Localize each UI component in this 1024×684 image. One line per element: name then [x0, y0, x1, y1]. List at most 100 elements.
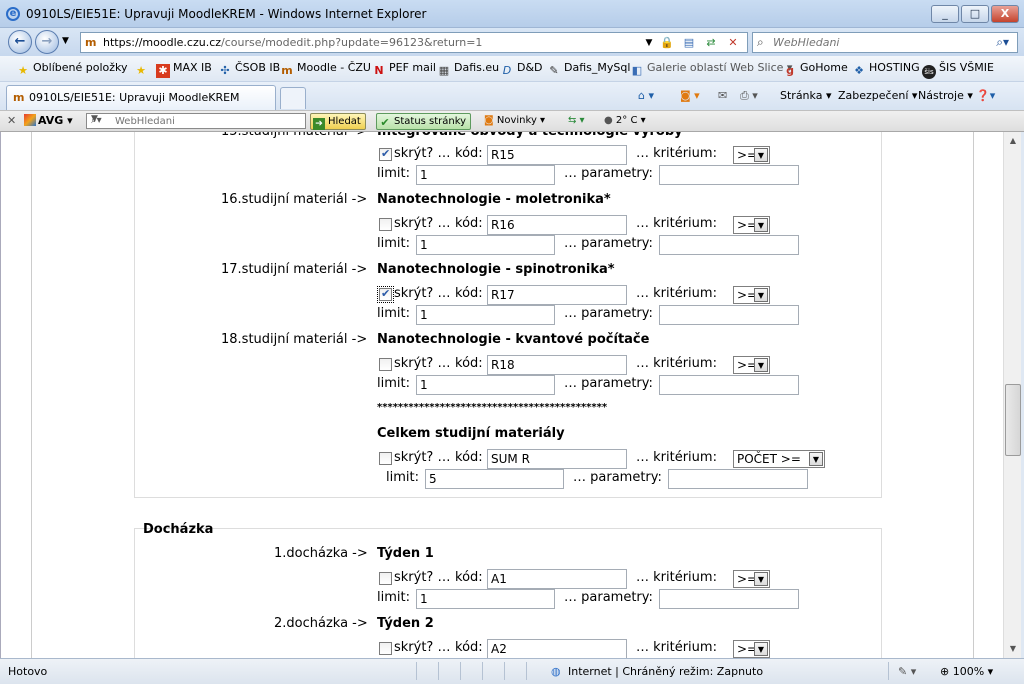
help-icon[interactable]: ❓▾ [976, 89, 995, 102]
limit-input-17[interactable] [416, 305, 555, 325]
code-input-18[interactable] [487, 355, 627, 375]
refresh-icon[interactable]: ⇄ [703, 36, 719, 50]
limit-input-16[interactable] [416, 235, 555, 255]
new-tab-button[interactable] [280, 87, 306, 109]
address-bar[interactable]: m https://moodle.czu.cz/course/modedit.p… [80, 32, 748, 53]
params-input-17[interactable] [659, 305, 799, 325]
favorite-moodle-czu[interactable]: m Moodle - ČZU [280, 61, 371, 78]
print-icon[interactable]: ⎙ ▾ [740, 89, 758, 103]
limit-input-18[interactable] [416, 375, 555, 395]
close-button[interactable]: X [991, 5, 1019, 23]
favorite-sis-vsmie[interactable]: šis ŠIS VŠMIE [922, 61, 994, 79]
code-input-a1[interactable] [487, 569, 627, 589]
material-name-17: Nanotechnologie - spinotronika* [377, 262, 615, 277]
favorite-dafis-mysql[interactable]: ✎ Dafis_MySql [547, 61, 630, 78]
tab-title: 0910LS/EIE51E: Upravuji MoodleKREM [29, 91, 240, 104]
favorite-pef-mail[interactable]: N PEF mail [372, 61, 436, 78]
security-menu[interactable]: Zabezpečení ▾ [838, 89, 917, 102]
feeds-icon[interactable]: ◙ ▾ [680, 89, 700, 102]
limit-input-15[interactable] [416, 165, 555, 185]
avg-logo[interactable]: AVG ▾ [24, 114, 73, 127]
status-button[interactable]: ✔ Status stránky [376, 113, 472, 130]
zoom-control[interactable]: ⊕ 100% ▾ [940, 665, 993, 678]
scroll-down-icon[interactable]: ▼ [1005, 641, 1021, 657]
rss-icon: ◙ [484, 115, 494, 126]
limit-input-total[interactable] [425, 469, 564, 489]
home-icon[interactable]: ⌂ ▾ [638, 89, 654, 102]
compatibility-view-icon[interactable]: ▤ [681, 36, 697, 50]
maximize-button[interactable]: □ [961, 5, 989, 23]
criterion-select-17[interactable]: >= ▼ [733, 286, 770, 304]
hledat-button[interactable]: ➔ Hledat [310, 113, 366, 130]
minimize-button[interactable]: _ [931, 5, 959, 23]
params-input-15[interactable] [659, 165, 799, 185]
mail-icon[interactable]: ✉ [718, 89, 727, 102]
chevron-down-icon: ▼ [754, 148, 768, 162]
code-input-17[interactable] [487, 285, 627, 305]
news-button[interactable]: ◙ Novinky ▾ [484, 115, 545, 126]
params-input-16[interactable] [659, 235, 799, 255]
favorite-csob-ib[interactable]: ✣ ČSOB IB [218, 61, 280, 78]
code-input-total[interactable] [487, 449, 627, 469]
criterion-select-15[interactable]: >= ▼ [733, 146, 770, 164]
criterion-select-18[interactable]: >= ▼ [733, 356, 770, 374]
attendance-label-1: 1.docházka -> [274, 546, 368, 561]
favorite-hosting[interactable]: ❖ HOSTING [852, 61, 920, 78]
params-label: … parametry: [564, 306, 653, 321]
params-input-18[interactable] [659, 375, 799, 395]
back-button[interactable]: ← [8, 30, 32, 54]
tab-active[interactable]: m 0910LS/EIE51E: Upravuji MoodleKREM [6, 85, 276, 110]
page-menu[interactable]: Stránka ▾ [780, 89, 831, 102]
hide-checkbox-18[interactable] [379, 358, 392, 371]
favorite-dd[interactable]: D D&D [500, 61, 543, 78]
avg-search-box[interactable]: ⌕▾ ▼ [86, 113, 306, 129]
code-input-16[interactable] [487, 215, 627, 235]
hide-checkbox-17[interactable] [377, 286, 394, 303]
hide-checkbox-a1[interactable] [379, 572, 392, 585]
criterion-select-a1[interactable]: >= ▼ [733, 570, 770, 588]
search-input[interactable] [773, 35, 983, 50]
criterion-select-16[interactable]: >= ▼ [733, 216, 770, 234]
hide-checkbox-a2[interactable] [379, 642, 392, 655]
weather-button[interactable]: ● 2° C ▾ [604, 115, 646, 126]
code-input-15[interactable] [487, 145, 627, 165]
criterion-select-total[interactable]: POČET >= ▼ [733, 450, 825, 468]
scroll-up-icon[interactable]: ▲ [1005, 133, 1021, 149]
avg-refresh-icon[interactable]: ⇆ ▾ [568, 115, 585, 126]
page-content: 15.studijní materiál -> Integrované obvo… [0, 132, 1003, 658]
web-slice-gallery[interactable]: ◧ Galerie oblastí Web Slice ▾ [630, 61, 793, 78]
address-dropdown-icon[interactable]: ▼ [641, 36, 657, 50]
favorites-button[interactable]: ★ Oblíbené položky [16, 61, 127, 78]
criterion-label: … kritérium: [636, 450, 717, 465]
favorite-max-ib[interactable]: ✱ MAX IB [156, 61, 212, 78]
favorite-gohome[interactable]: g GoHome [783, 61, 848, 78]
search-icon[interactable]: ⌕▾ [996, 35, 1009, 50]
code-label: kód: [455, 450, 483, 465]
chevron-down-icon: ▼ [754, 572, 768, 586]
lock-icon[interactable]: 🔒 [659, 36, 675, 50]
stop-icon[interactable]: ✕ [725, 36, 741, 50]
favorite-dafis-eu[interactable]: ▦ Dafis.eu [437, 61, 499, 78]
vertical-scrollbar[interactable]: ▲ ▼ [1003, 132, 1021, 658]
forward-button[interactable]: → [35, 30, 59, 54]
add-favorite-icon[interactable]: ★ [134, 61, 151, 78]
code-input-a2[interactable] [487, 639, 627, 658]
avg-search-dropdown-icon[interactable]: ▼ [91, 114, 302, 124]
history-dropdown-icon[interactable]: ▼ [62, 36, 69, 46]
tools-menu[interactable]: Nástroje ▾ [918, 89, 973, 102]
criterion-select-a2[interactable]: >= ▼ [733, 640, 770, 658]
hide-label: skrýt? … [394, 450, 451, 465]
pop-up-icon[interactable]: ✎ ▾ [898, 665, 916, 678]
search-box[interactable]: ⌕ ⌕▾ [752, 32, 1018, 53]
limit-input-a1[interactable] [416, 589, 555, 609]
globe-icon: ◍ [551, 665, 561, 678]
close-toolbar-icon[interactable]: ✕ [7, 114, 16, 127]
params-input-total[interactable] [668, 469, 808, 489]
scroll-thumb[interactable] [1005, 384, 1021, 456]
security-zone[interactable]: Internet | Chráněný režim: Zapnuto [568, 665, 763, 678]
params-input-a1[interactable] [659, 589, 799, 609]
hide-checkbox-total[interactable] [379, 452, 392, 465]
attendance-label-2: 2.docházka -> [274, 616, 368, 631]
hide-checkbox-16[interactable] [379, 218, 392, 231]
hide-checkbox-15[interactable] [379, 147, 392, 161]
